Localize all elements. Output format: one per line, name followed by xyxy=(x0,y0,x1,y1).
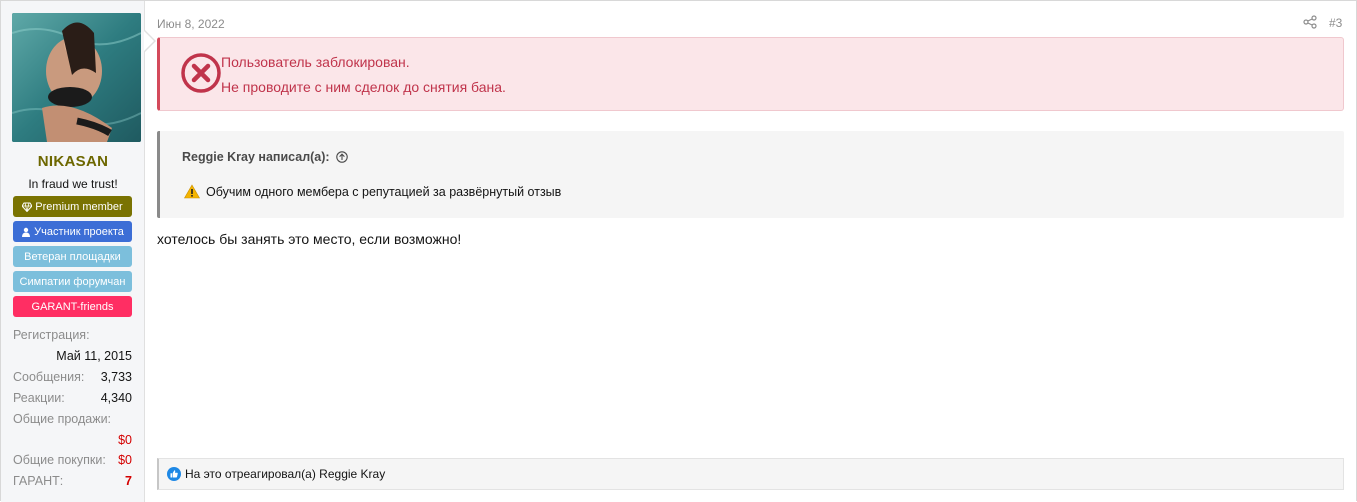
banner-member: Участник проекта xyxy=(13,221,132,242)
registration-value: Май 11, 2015 xyxy=(56,349,132,363)
forum-post: NIKASAN In fraud we trust! Premium membe… xyxy=(0,0,1357,502)
username[interactable]: NIKASAN xyxy=(1,153,145,170)
reactions-text[interactable]: На это отреагировал(а) Reggie Kray xyxy=(185,467,385,481)
banner-garant-label: GARANT-friends xyxy=(31,300,114,313)
share-icon[interactable] xyxy=(1303,15,1317,29)
ban-x-icon xyxy=(181,53,221,93)
user-title: In fraud we trust! xyxy=(28,177,118,191)
registration-label: Регистрация: xyxy=(13,328,90,342)
banner-premium-label: Premium member xyxy=(35,200,123,213)
banner-veteran-label: Ветеран площадки xyxy=(24,250,121,263)
messages-value: 3,733 xyxy=(100,370,132,384)
sales-value: $0 xyxy=(118,433,132,447)
ban-line-1: Пользователь заблокирован. xyxy=(221,54,410,70)
reactions-bar[interactable]: На это отреагировал(а) Reggie Kray xyxy=(157,458,1344,490)
ban-line-2: Не проводите с ним сделок до снятия бана… xyxy=(221,79,506,95)
sales-label: Общие продажи: xyxy=(13,412,112,426)
like-icon xyxy=(167,467,181,481)
banner-sympathy: Симпатии форумчан xyxy=(13,271,132,292)
quote-author[interactable]: Reggie Kray написал(а): xyxy=(182,150,348,164)
user-icon xyxy=(22,227,31,237)
diamond-icon xyxy=(22,202,33,212)
purchases-label: Общие покупки: xyxy=(13,453,106,467)
quote-author-text[interactable]: Reggie Kray написал(а): xyxy=(182,150,330,164)
banner-veteran: Ветеран площадки xyxy=(13,246,132,267)
user-sidebar: NIKASAN In fraud we trust! Premium membe… xyxy=(1,1,145,502)
avatar-image xyxy=(12,13,141,142)
garant-value: 7 xyxy=(125,474,132,488)
reactions-value: 4,340 xyxy=(100,391,132,405)
arrow-up-circle-icon[interactable] xyxy=(335,151,348,163)
post-arrow xyxy=(144,31,154,51)
avatar[interactable] xyxy=(12,13,141,142)
banner-premium: Premium member xyxy=(13,196,132,217)
banner-garant: GARANT-friends xyxy=(13,296,132,317)
quote-text: Обучим одного мембера с репутацией за ра… xyxy=(184,184,561,199)
quote-text-content: Обучим одного мембера с репутацией за ра… xyxy=(206,184,562,199)
garant-label: ГАРАНТ: xyxy=(13,474,64,488)
banner-sympathy-label: Симпатии форумчан xyxy=(19,275,126,288)
ban-notice: Пользователь заблокирован. Не проводите … xyxy=(157,37,1344,111)
banner-member-label: Участник проекта xyxy=(34,225,124,238)
post-body: хотелось бы занять это место, если возмо… xyxy=(157,231,462,247)
purchases-value: $0 xyxy=(118,453,132,467)
post-date[interactable]: Июн 8, 2022 xyxy=(157,17,225,31)
quote-block: Reggie Kray написал(а): Обучим одного ме… xyxy=(157,131,1344,218)
warning-icon xyxy=(184,184,200,199)
post-number[interactable]: #3 xyxy=(1329,16,1342,30)
